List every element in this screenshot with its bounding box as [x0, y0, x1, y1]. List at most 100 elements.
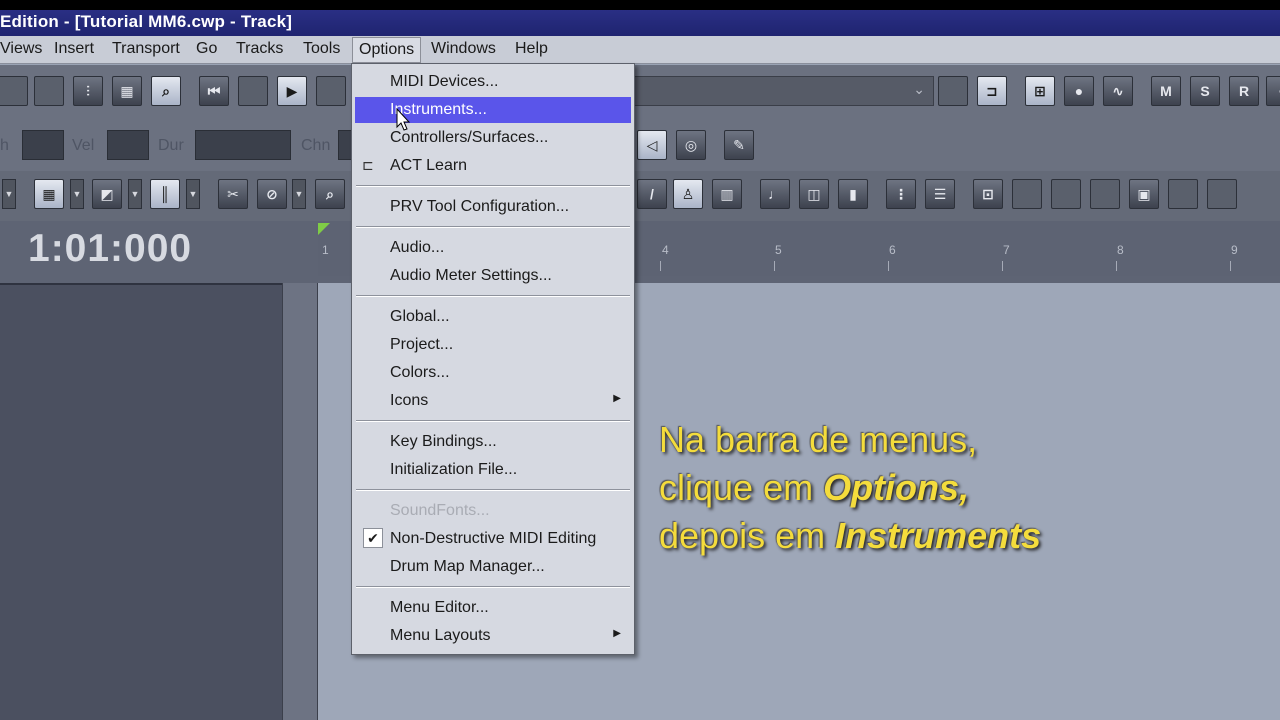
record-arm-button[interactable]: R [1229, 76, 1259, 106]
menu-item-global[interactable]: Global... [355, 304, 631, 330]
menu-item-midi-devices[interactable]: MIDI Devices... [355, 69, 631, 95]
keyboard-icon[interactable]: ▦ [112, 76, 142, 106]
snap-icon[interactable]: ⊞ [1025, 76, 1055, 106]
toolbar-button[interactable] [1012, 179, 1042, 209]
window-icon[interactable]: ▣ [1129, 179, 1159, 209]
zoom-icon[interactable]: ⌕ [315, 179, 345, 209]
pitch-field[interactable] [22, 130, 64, 160]
toolbar-button[interactable] [34, 76, 64, 106]
now-time: 1:01:000 [28, 227, 193, 270]
menu-item-key-bindings[interactable]: Key Bindings... [355, 429, 631, 455]
submenu-arrow-icon: ▶ [613, 393, 621, 404]
microscope-icon[interactable]: ♙ [673, 179, 703, 209]
channel-field[interactable] [338, 130, 352, 160]
chevron-down-icon[interactable]: ▼ [70, 179, 84, 209]
chevron-down-icon[interactable]: ▼ [186, 179, 200, 209]
menu-item-icons[interactable]: Icons ▶ [355, 388, 631, 414]
start-marker-icon[interactable] [318, 223, 330, 235]
act-learn-icon: ⊏ [362, 157, 374, 173]
toolbar-button[interactable] [938, 76, 968, 106]
zoom-tool-icon[interactable]: ⌕ [151, 76, 181, 106]
menu-item-soundfonts: SoundFonts... [390, 502, 490, 519]
menu-help[interactable]: Help [515, 40, 548, 58]
select-tool-icon[interactable]: ◩ [92, 179, 122, 209]
fit-icon[interactable]: ⊡ [973, 179, 1003, 209]
mixer-icon[interactable]: ⫶ [73, 76, 103, 106]
toolbar-button[interactable] [1168, 179, 1198, 209]
mute-button[interactable]: M [1151, 76, 1181, 106]
ruler-tick: 4 [662, 243, 669, 257]
menu-item-act-learn[interactable]: ⊏ ACT Learn [355, 153, 631, 179]
automation-icon[interactable]: ∿ [1103, 76, 1133, 106]
menu-transport[interactable]: Transport [112, 40, 180, 58]
menu-windows[interactable]: Windows [431, 40, 496, 58]
edit-icon[interactable]: ✎ [724, 130, 754, 160]
mouse-cursor-icon [396, 108, 411, 131]
ruler-tick: 8 [1117, 243, 1124, 257]
menu-item-audio[interactable]: Audio... [355, 235, 631, 261]
erase-tool-icon[interactable]: ⊘ [257, 179, 287, 209]
velocity-field[interactable] [107, 130, 149, 160]
submenu-arrow-icon: ▶ [613, 628, 621, 639]
menu-item-project[interactable]: Project... [355, 332, 631, 358]
chevron-down-icon[interactable]: ▼ [292, 179, 306, 209]
menu-item-prv-tool-configuration[interactable]: PRV Tool Configuration... [355, 194, 631, 220]
record-mode-icon[interactable]: ● [1064, 76, 1094, 106]
scissors-icon[interactable]: ✂ [218, 179, 248, 209]
ruler-tick: 7 [1003, 243, 1010, 257]
pane-splitter[interactable] [282, 283, 318, 720]
ruler-tick: 5 [775, 243, 782, 257]
controller-icon[interactable]: ◫ [799, 179, 829, 209]
menu-tools[interactable]: Tools [303, 40, 340, 58]
menu-item-menu-layouts[interactable]: Menu Layouts ▶ [355, 623, 631, 649]
menu-item-audio-meter-settings[interactable]: Audio Meter Settings... [355, 263, 631, 289]
menu-options[interactable]: Options [352, 37, 422, 63]
record-icon[interactable] [316, 76, 346, 106]
speaker-icon[interactable]: ◁ [637, 130, 667, 160]
toolbar-button[interactable] [1207, 179, 1237, 209]
ruler-tick: 6 [889, 243, 896, 257]
toolbar-button[interactable] [0, 76, 28, 106]
caption-line-2: clique em Options, [659, 467, 970, 508]
velocity-icon[interactable]: ▮ [838, 179, 868, 209]
menu-insert[interactable]: Insert [54, 40, 94, 58]
solo-button[interactable]: S [1190, 76, 1220, 106]
toolbar-button[interactable] [1090, 179, 1120, 209]
loop-icon[interactable]: ⊐ [977, 76, 1007, 106]
more-icon[interactable]: · [1266, 76, 1280, 106]
list-icon[interactable]: ☰ [925, 179, 955, 209]
menu-bar: Views Insert Transport Go Tracks Tools O… [0, 36, 1280, 64]
vel-label: Vel [72, 137, 95, 154]
ruler-tick: 1 [322, 243, 329, 257]
draw-tool-icon[interactable]: ║ [150, 179, 180, 209]
quantize-icon[interactable]: ⋮ [886, 179, 916, 209]
menu-item-initialization-file[interactable]: Initialization File... [355, 457, 631, 483]
play-icon[interactable]: ▶ [277, 76, 307, 106]
stop-icon[interactable] [238, 76, 268, 106]
chevron-down-icon[interactable]: ▼ [128, 179, 142, 209]
note-icon[interactable]: ♩ [760, 179, 790, 209]
menu-item-non-destructive-midi-editing[interactable]: ✔ Non-Destructive MIDI Editing [355, 526, 631, 552]
menu-item-menu-editor[interactable]: Menu Editor... [355, 595, 631, 621]
piano-icon[interactable]: ▥ [712, 179, 742, 209]
caption-line-3: depois em Instruments [659, 515, 1042, 556]
grid-icon[interactable]: ▦ [34, 179, 64, 209]
menu-views[interactable]: Views [0, 40, 42, 58]
track-pane[interactable] [0, 283, 282, 720]
menu-item-colors[interactable]: Colors... [355, 360, 631, 386]
chevron-down-icon: ⌄ [913, 81, 925, 97]
toolbar-button[interactable] [1051, 179, 1081, 209]
menu-go[interactable]: Go [196, 40, 217, 58]
dur-label: Dur [158, 137, 184, 154]
ch-label: h [0, 137, 9, 154]
track-selector[interactable]: ⌄ [634, 76, 934, 106]
options-menu: MIDI Devices... Instruments... Controlle… [351, 63, 635, 655]
pencil-icon[interactable]: / [637, 179, 667, 209]
metronome-icon[interactable]: ◎ [676, 130, 706, 160]
duration-field[interactable] [195, 130, 291, 160]
chevron-down-icon[interactable]: ▼ [2, 179, 16, 209]
rewind-icon[interactable]: ⏮ [199, 76, 229, 106]
tutorial-caption: Na barra de menus, clique em Options, de… [659, 416, 1041, 560]
menu-tracks[interactable]: Tracks [236, 40, 283, 58]
menu-item-drum-map-manager[interactable]: Drum Map Manager... [355, 554, 631, 580]
